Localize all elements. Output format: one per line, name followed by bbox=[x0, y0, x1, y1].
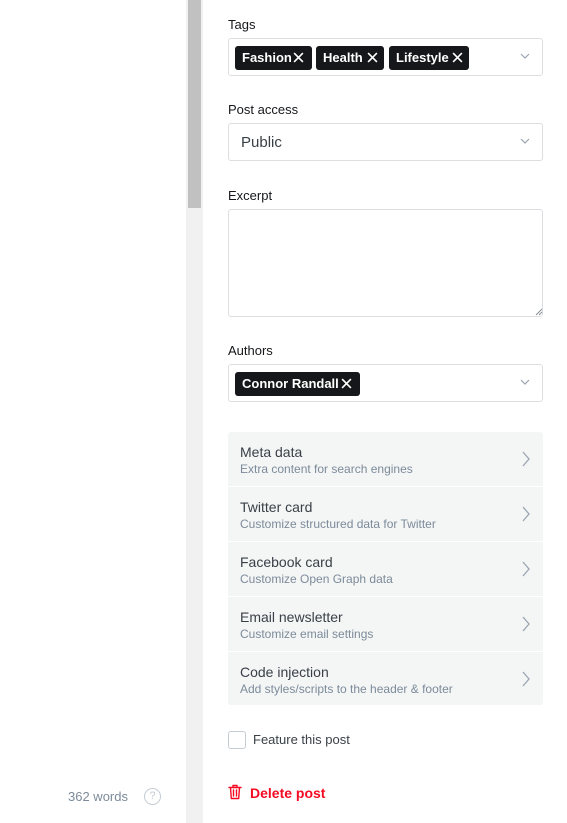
chevron-right-icon bbox=[522, 671, 530, 687]
feature-post-label[interactable]: Feature this post bbox=[253, 732, 350, 747]
chevron-down-icon[interactable] bbox=[520, 377, 530, 387]
excerpt-textarea[interactable] bbox=[228, 209, 543, 317]
chevron-right-icon bbox=[522, 616, 530, 632]
nav-item-title: Facebook card bbox=[240, 554, 333, 570]
nav-item-code-injection[interactable]: Code injection Add styles/scripts to the… bbox=[228, 652, 543, 706]
post-settings-panel: Tags Fashion Health Lifestyle Post acces… bbox=[204, 0, 567, 823]
nav-item-meta-data[interactable]: Meta data Extra content for search engin… bbox=[228, 432, 543, 487]
nav-item-subtitle: Customize structured data for Twitter bbox=[240, 517, 436, 531]
nav-item-facebook-card[interactable]: Facebook card Customize Open Graph data bbox=[228, 542, 543, 597]
tags-label: Tags bbox=[228, 17, 256, 32]
nav-item-subtitle: Extra content for search engines bbox=[240, 462, 413, 476]
close-icon[interactable] bbox=[452, 52, 463, 63]
trash-icon bbox=[228, 784, 242, 800]
settings-nav-list: Meta data Extra content for search engin… bbox=[228, 432, 543, 706]
help-icon[interactable]: ? bbox=[144, 788, 161, 805]
tag-token-label: Fashion bbox=[242, 50, 292, 65]
authors-select[interactable]: Connor Randall bbox=[228, 364, 543, 402]
author-token: Connor Randall bbox=[235, 372, 360, 396]
editor-area: 362 words ? bbox=[0, 0, 186, 823]
feature-post-checkbox[interactable] bbox=[228, 731, 246, 749]
nav-item-title: Email newsletter bbox=[240, 609, 343, 625]
nav-item-title: Meta data bbox=[240, 444, 303, 460]
tag-token-label: Lifestyle bbox=[396, 50, 449, 65]
word-count: 362 words bbox=[68, 789, 128, 804]
nav-item-subtitle: Customize Open Graph data bbox=[240, 572, 393, 586]
chevron-right-icon bbox=[522, 561, 530, 577]
excerpt-label: Excerpt bbox=[228, 188, 273, 203]
nav-item-email-newsletter[interactable]: Email newsletter Customize email setting… bbox=[228, 597, 543, 652]
tag-token-label: Health bbox=[323, 50, 363, 65]
scrollbar-thumb[interactable] bbox=[188, 0, 201, 208]
nav-item-twitter-card[interactable]: Twitter card Customize structured data f… bbox=[228, 487, 543, 542]
post-access-value: Public bbox=[241, 134, 282, 151]
nav-item-title: Twitter card bbox=[240, 499, 313, 515]
chevron-down-icon[interactable] bbox=[520, 51, 530, 61]
tag-token: Health bbox=[316, 46, 384, 70]
chevron-down-icon[interactable] bbox=[520, 136, 530, 146]
tags-select[interactable]: Fashion Health Lifestyle bbox=[228, 38, 543, 76]
nav-item-subtitle: Customize email settings bbox=[240, 627, 374, 641]
chevron-right-icon bbox=[522, 451, 530, 467]
author-token-label: Connor Randall bbox=[242, 376, 339, 391]
authors-label: Authors bbox=[228, 343, 273, 358]
close-icon[interactable] bbox=[367, 52, 378, 63]
tag-token: Fashion bbox=[235, 46, 312, 70]
scrollbar-track[interactable] bbox=[186, 0, 203, 823]
nav-item-subtitle: Add styles/scripts to the header & foote… bbox=[240, 682, 453, 696]
nav-item-title: Code injection bbox=[240, 664, 329, 680]
chevron-right-icon bbox=[522, 506, 530, 522]
delete-post-label: Delete post bbox=[250, 785, 326, 801]
resize-handle-icon[interactable] bbox=[535, 308, 543, 316]
post-access-select[interactable]: Public bbox=[228, 123, 543, 161]
close-icon[interactable] bbox=[341, 378, 352, 389]
post-access-label: Post access bbox=[228, 102, 299, 117]
close-icon[interactable] bbox=[293, 52, 304, 63]
tag-token: Lifestyle bbox=[389, 46, 469, 70]
